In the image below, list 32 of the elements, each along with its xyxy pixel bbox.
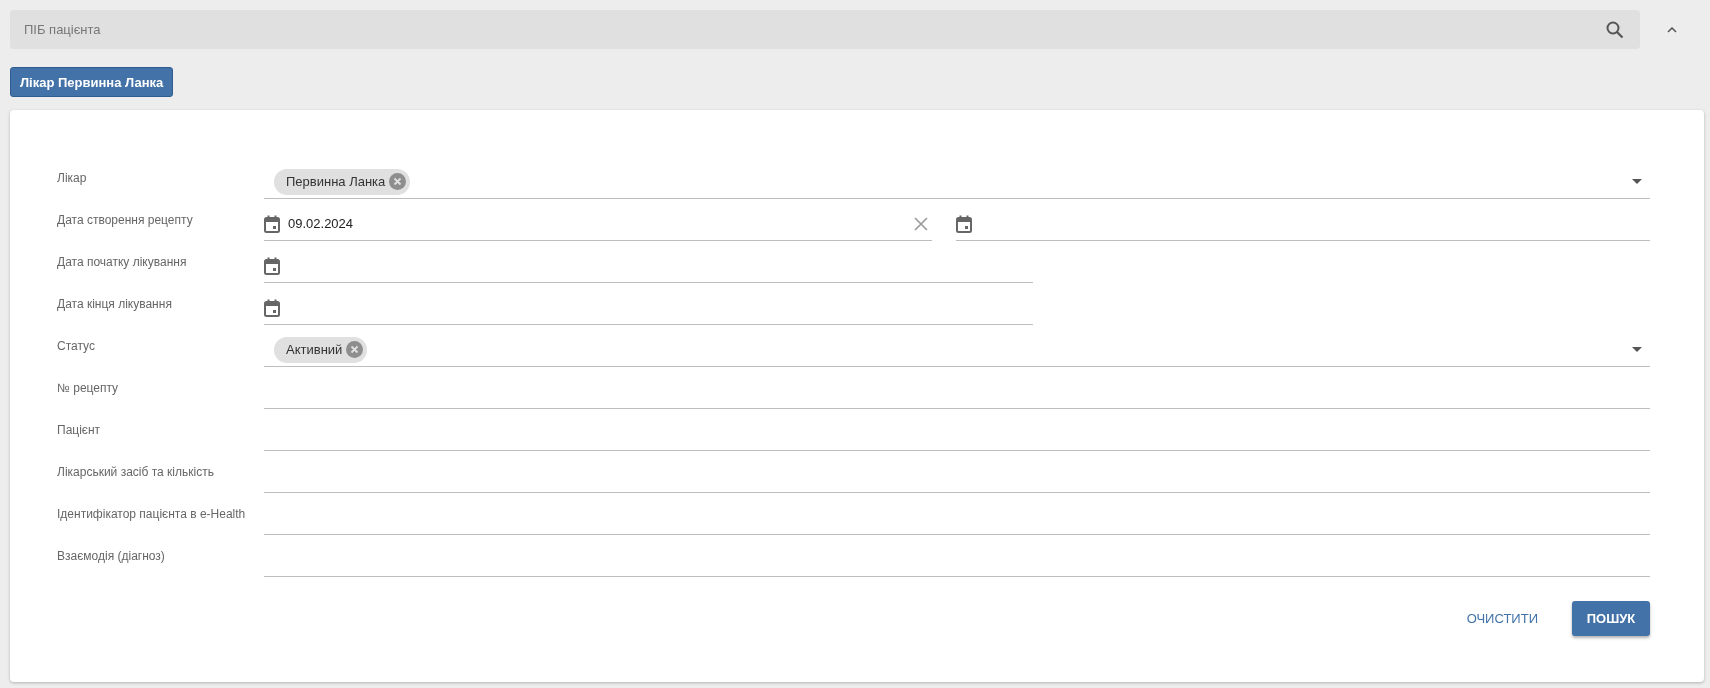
- search-button[interactable]: ПОШУК: [1572, 601, 1650, 636]
- field-label: Дата кінця лікування: [56, 297, 173, 311]
- calendar-icon[interactable]: [956, 214, 972, 233]
- clear-button[interactable]: ОЧИСТИТИ: [1460, 603, 1544, 634]
- date-field[interactable]: 09.02.2024: [264, 207, 932, 241]
- calendar-icon[interactable]: [264, 256, 280, 275]
- search-field[interactable]: ПІБ пацієнта: [10, 10, 1640, 49]
- remove-icon[interactable]: [346, 341, 364, 358]
- search-input[interactable]: ПІБ пацієнта: [22, 21, 1606, 38]
- calendar-icon[interactable]: [264, 214, 280, 233]
- chip[interactable]: Первинна Ланка: [274, 168, 411, 195]
- select-field[interactable]: Активний: [264, 333, 1650, 367]
- search-icon[interactable]: [1606, 20, 1624, 39]
- dropdown-caret-icon[interactable]: [1632, 347, 1642, 352]
- field-label: № рецепту: [56, 381, 120, 395]
- chevron-up-icon: [1667, 26, 1677, 33]
- field-label: Статус: [56, 339, 96, 353]
- field-label: Дата створення рецепту: [56, 213, 194, 227]
- remove-icon[interactable]: [389, 173, 407, 190]
- calendar-icon[interactable]: [264, 298, 280, 317]
- dropdown-caret-icon[interactable]: [1632, 179, 1642, 184]
- filter-tag[interactable]: Лікар Первинна Ланка: [10, 67, 174, 97]
- clear-icon[interactable]: [914, 216, 928, 231]
- field-label: Пацієнт: [56, 423, 102, 437]
- field-label: Ідентифікатор пацієнта в e-Health: [56, 507, 247, 521]
- field-label: Дата початку лікування: [56, 255, 188, 269]
- field-label: Взаємодія (діагноз): [56, 549, 166, 563]
- date-value: 09.02.2024: [288, 216, 354, 231]
- select-field[interactable]: Первинна Ланка: [264, 165, 1650, 199]
- field-label: Лікар: [56, 171, 88, 185]
- chip[interactable]: Активний: [274, 336, 368, 363]
- field-label: Лікарський засіб та кількість: [56, 465, 215, 479]
